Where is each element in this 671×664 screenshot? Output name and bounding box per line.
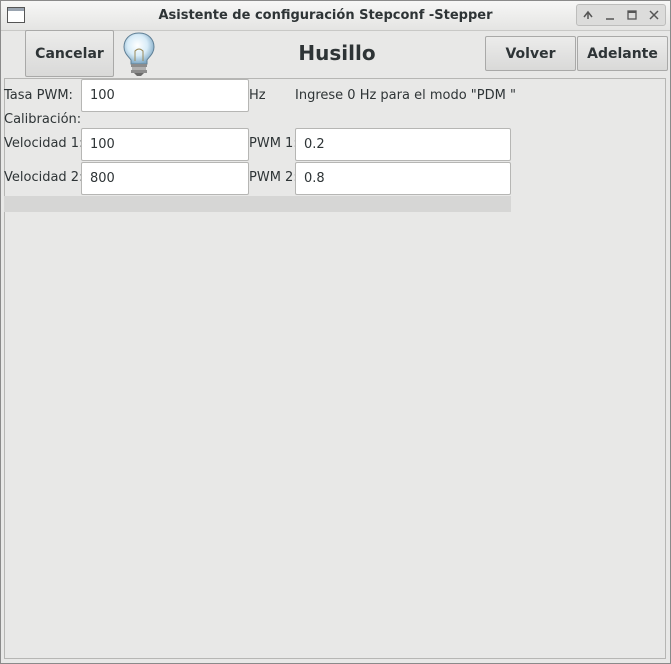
forward-button[interactable]: Adelante [577, 36, 668, 71]
calibration-label: Calibración: [4, 112, 82, 127]
pwm-rate-input[interactable]: 100 [81, 79, 249, 112]
pwm-rate-label: Tasa PWM: [4, 88, 73, 103]
pdm-hint: Ingrese 0 Hz para el modo "PDM " [295, 88, 516, 103]
speed1-label: Velocidad 1: [4, 136, 84, 151]
minimize-icon[interactable] [602, 7, 618, 23]
speed2-label: Velocidad 2: [4, 170, 84, 185]
window-title: Asistente de configuración Stepconf -Ste… [158, 8, 493, 23]
app-window: Asistente de configuración Stepconf -Ste… [0, 0, 671, 664]
pwm1-input[interactable]: 0.2 [295, 128, 511, 161]
page-title: Husillo [298, 41, 376, 65]
pwm-rate-unit: Hz [249, 88, 266, 103]
lightbulb-icon [123, 32, 155, 76]
pwm2-label: PWM 2: [249, 170, 298, 185]
pwm2-input[interactable]: 0.8 [295, 162, 511, 195]
cancel-button[interactable]: Cancelar [25, 30, 114, 77]
shade-icon[interactable] [580, 7, 596, 23]
maximize-icon[interactable] [624, 7, 640, 23]
close-icon[interactable] [646, 7, 662, 23]
speed2-input[interactable]: 800 [81, 162, 249, 195]
pwm1-label: PWM 1: [249, 136, 298, 151]
back-button[interactable]: Volver [485, 36, 576, 71]
title-bar[interactable]: Asistente de configuración Stepconf -Ste… [1, 1, 670, 31]
window-controls [576, 4, 666, 26]
speed1-input[interactable]: 100 [81, 128, 249, 161]
horizontal-scrollbar[interactable] [4, 196, 511, 212]
